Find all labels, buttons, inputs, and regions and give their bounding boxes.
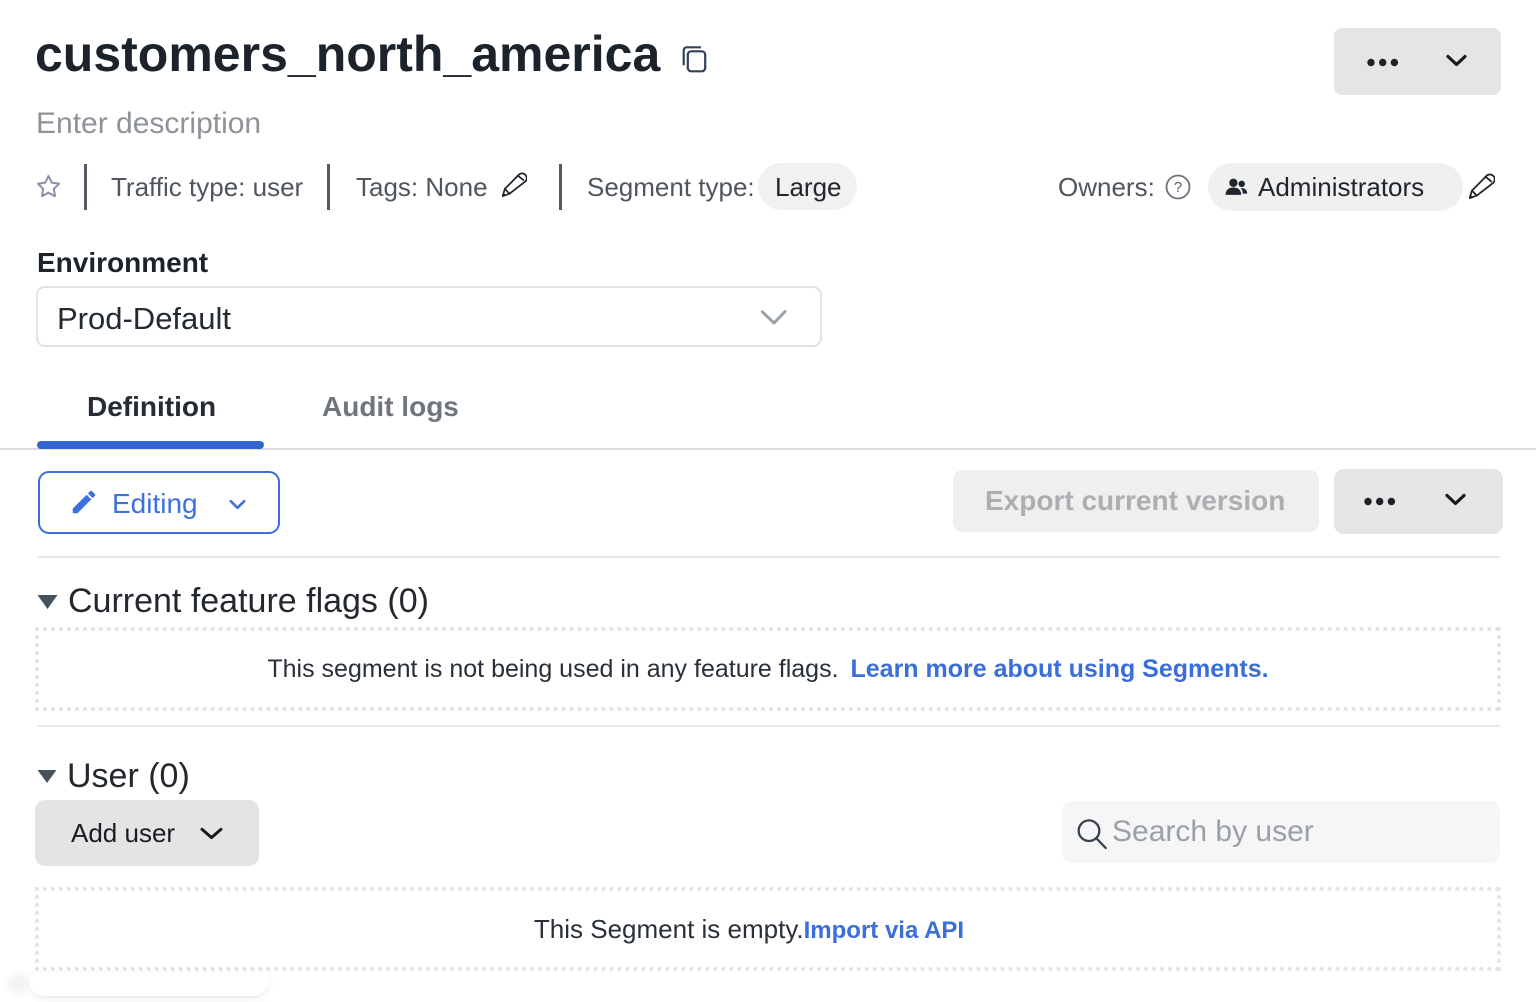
svg-text:?: ? [1174, 179, 1182, 196]
